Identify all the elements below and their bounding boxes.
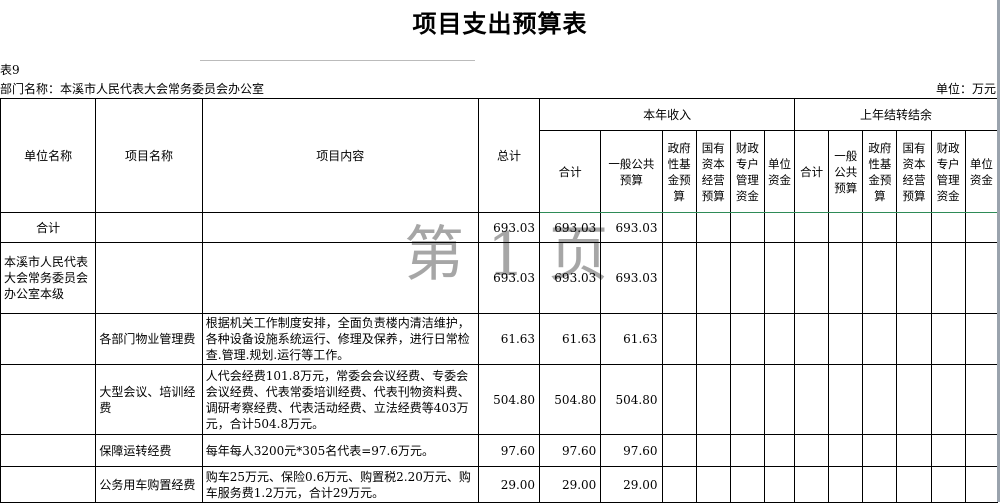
row-cy-total: 97.60 <box>539 434 602 467</box>
row-cy-total: 693.03 <box>539 212 602 243</box>
row-unit <box>0 313 97 365</box>
row-project <box>95 242 203 314</box>
row-cy-total: 693.03 <box>539 242 602 314</box>
row-cy-total: 61.63 <box>539 313 602 365</box>
header-cy-general: 一般公共预算 <box>600 130 663 213</box>
row-project: 保障运转经费 <box>95 434 203 467</box>
row-total: 693.03 <box>477 242 541 314</box>
row-project: 大型会议、培训经费 <box>95 364 203 435</box>
table-row: 本溪市人民代表大会常务委员会办公室本级 693.03 693.03 693.03 <box>0 242 999 314</box>
title-divider <box>200 60 475 61</box>
row-total: 29.00 <box>477 466 541 503</box>
row-total: 693.03 <box>477 212 541 243</box>
budget-table: 单位名称 项目名称 项目内容 总计 本年收入 上年结转结余 合计 一般公共预算 … <box>0 98 999 503</box>
header-cy-special-account: 财政专户管理资金 <box>729 130 765 213</box>
table-row: 各部门物业管理费 根据机关工作制度安排，全面负责楼内清洁维护，各种设备设施系统运… <box>0 313 999 365</box>
row-content <box>201 212 479 243</box>
row-content: 购车25万元、保险0.6万元、购置税2.20万元、购车服务费1.2万元，合计29… <box>201 466 479 503</box>
row-unit: 本溪市人民代表大会常务委员会办公室本级 <box>0 242 97 314</box>
row-total: 97.60 <box>477 434 541 467</box>
table-row: 保障运转经费 每年每人3200元*305名代表=97.6万元。 97.60 97… <box>0 434 999 467</box>
row-unit <box>0 434 97 467</box>
row-content: 每年每人3200元*305名代表=97.6万元。 <box>201 434 479 467</box>
row-unit <box>0 364 97 435</box>
header-cy-fund: 政府性基金预算 <box>661 130 697 213</box>
row-cy-general: 693.03 <box>600 242 663 314</box>
header-cy-total: 合计 <box>539 130 602 213</box>
row-cy-total: 504.80 <box>539 364 602 435</box>
header-co-state-capital: 国有资本经营预算 <box>896 130 932 213</box>
row-total: 61.63 <box>477 313 541 365</box>
row-content <box>201 242 479 314</box>
header-co-unit-funds: 单位资金 <box>964 130 999 213</box>
page-title: 项目支出预算表 <box>412 10 588 38</box>
row-cy-general: 61.63 <box>600 313 663 365</box>
header-project-content: 项目内容 <box>201 98 479 213</box>
header-project-name: 项目名称 <box>95 98 203 213</box>
table-row: 合计 693.03 693.03 693.03 <box>0 212 999 243</box>
row-content: 根据机关工作制度安排，全面负责楼内清洁维护，各种设备设施系统运行、修理及保养，进… <box>201 313 479 365</box>
unit-label: 单位：万元 <box>935 82 996 96</box>
row-cy-general: 29.00 <box>600 466 663 503</box>
row-total: 504.80 <box>477 364 541 435</box>
row-project: 各部门物业管理费 <box>95 313 203 365</box>
row-unit <box>0 466 97 503</box>
header-cy-state-capital: 国有资本经营预算 <box>695 130 731 213</box>
header-current-year: 本年收入 <box>539 98 796 131</box>
table-row: 大型会议、培训经费 人代会经费101.8万元，常委会会议经费、专委会会议经费、代… <box>0 364 999 435</box>
row-cy-general: 693.03 <box>600 212 663 243</box>
department-name: 部门名称：本溪市人民代表大会常务委员会办公室 <box>0 82 265 96</box>
row-content: 人代会经费101.8万元，常委会会议经费、专委会会议经费、代表常委培训经费、代表… <box>201 364 479 435</box>
table-row: 公务用车购置经费 购车25万元、保险0.6万元、购置税2.20万元、购车服务费1… <box>0 466 999 503</box>
header-co-fund: 政府性基金预算 <box>862 130 898 213</box>
header-unit-name: 单位名称 <box>0 98 97 213</box>
header-total: 总计 <box>477 98 541 213</box>
header-co-total: 合计 <box>794 130 830 213</box>
row-cy-general: 504.80 <box>600 364 663 435</box>
table-number: 表9 <box>0 63 20 77</box>
row-project <box>95 212 203 243</box>
row-project: 公务用车购置经费 <box>95 466 203 503</box>
row-unit: 合计 <box>0 212 97 243</box>
row-cy-total: 29.00 <box>539 466 602 503</box>
row-cy-general: 97.60 <box>600 434 663 467</box>
header-co-special-account: 财政专户管理资金 <box>930 130 966 213</box>
header-carryover: 上年结转结余 <box>794 98 998 131</box>
header-co-general: 一般公共预算 <box>828 130 864 213</box>
header-cy-unit-funds: 单位资金 <box>763 130 796 213</box>
